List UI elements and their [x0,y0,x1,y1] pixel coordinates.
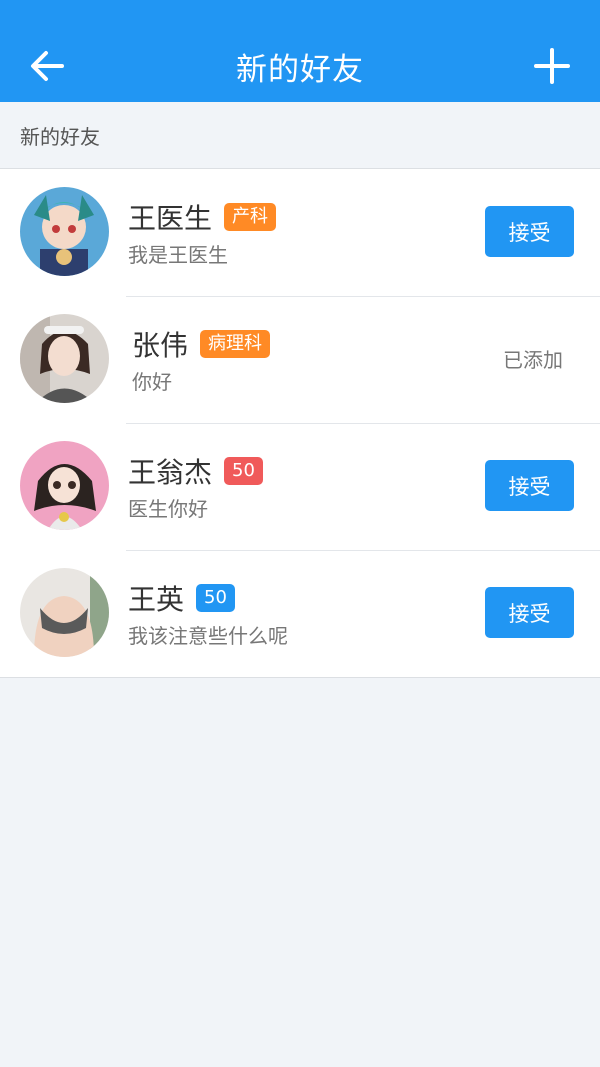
friend-name: 张伟 [132,329,189,362]
section-header: 新的好友 [0,102,600,169]
friend-name: 王医生 [128,202,213,235]
top-bar: 新的好友 [0,0,600,102]
friend-name: 王英 [128,583,185,616]
divider [126,296,600,297]
avatar[interactable] [20,568,109,657]
avatar[interactable] [20,314,109,403]
level-badge: 50 [196,584,235,612]
friend-message: 我是王医生 [128,243,228,267]
divider [126,550,600,551]
plus-icon[interactable] [530,44,574,88]
friend-name: 王翁杰 [128,456,213,489]
level-badge: 50 [224,457,263,485]
department-tag: 产科 [224,203,277,231]
list-item[interactable]: 王翁杰 50 医生你好 接受 [0,423,600,550]
name-row: 王医生 产科 [128,197,277,237]
department-tag: 病理科 [200,330,271,358]
accept-button[interactable]: 接受 [485,206,574,257]
friend-message: 我该注意些什么呢 [128,624,288,648]
name-row: 张伟 病理科 [132,324,271,364]
name-row: 王英 50 [128,578,235,618]
name-row: 王翁杰 50 [128,451,263,491]
list-item[interactable]: 王英 50 我该注意些什么呢 接受 [0,550,600,677]
avatar[interactable] [20,187,109,276]
divider [126,423,600,424]
list-item[interactable]: 王医生 产科 我是王医生 接受 [0,169,600,296]
friend-message: 医生你好 [128,497,208,521]
added-status: 已添加 [503,348,563,372]
arrow-left-icon[interactable] [26,44,70,88]
avatar[interactable] [20,441,109,530]
page-title: 新的好友 [236,51,364,88]
accept-button[interactable]: 接受 [485,460,574,511]
friend-message: 你好 [132,370,172,394]
list-item[interactable]: 张伟 病理科 你好 已添加 [0,296,600,423]
accept-button[interactable]: 接受 [485,587,574,638]
friend-request-list: 王医生 产科 我是王医生 接受 张伟 病理科 你好 已添加 王翁杰 50 医生你… [0,169,600,678]
app-root: 新的好友 新的好友 王医生 产科 我是王医生 接受 张伟 病理科 你好 已添加 … [0,0,600,1067]
